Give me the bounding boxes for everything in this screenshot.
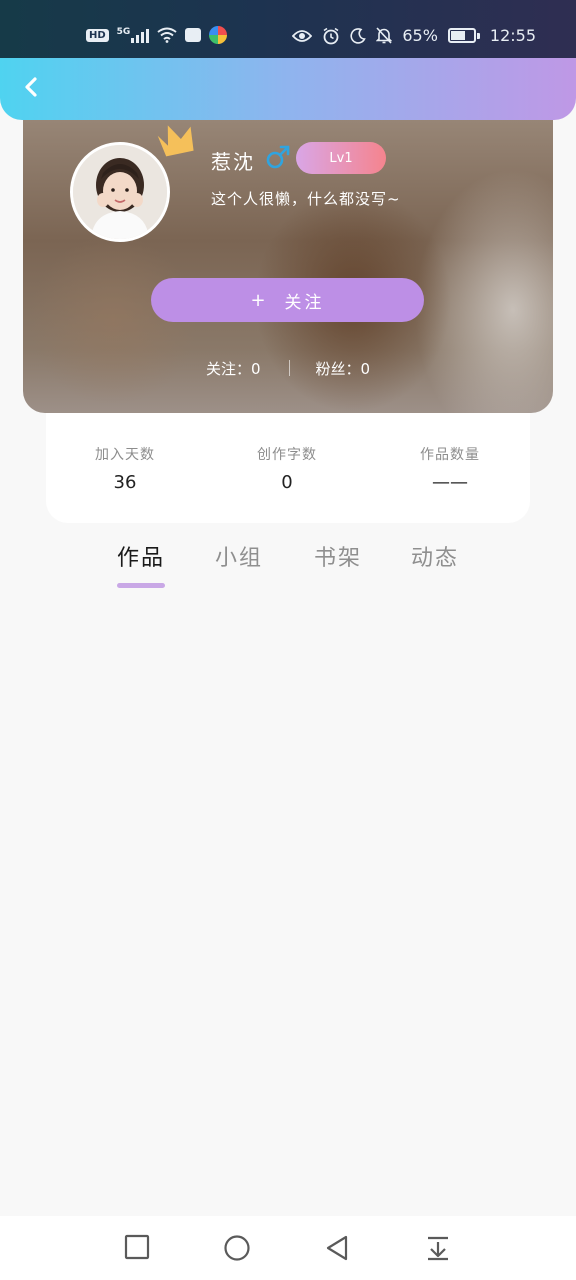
stat-label: 加入天数 [95,447,155,463]
male-gender-icon [265,144,291,174]
follow-button-label: 关注 [284,292,325,313]
signal-icon: 5G [117,27,150,43]
eye-icon [292,29,313,42]
app-store-icon [185,28,202,42]
status-bar: HD 5G 65% 12:55 [0,0,576,58]
user-bio: 这个人很懒，什么都没写~ [211,190,401,208]
crown-icon [157,125,194,157]
following-label: 关注： [205,359,251,378]
level-badge: Lv1 [296,142,386,174]
back-triangle-icon [326,1235,348,1261]
fans-count[interactable]: 粉丝：0 [316,358,371,379]
recent-apps-button[interactable] [124,1234,150,1264]
pull-down-icon [428,1236,448,1261]
status-left-icons: HD 5G [86,26,228,44]
network-type: 5G [116,27,131,37]
alarm-icon [323,27,339,44]
user-name: 惹沈 [211,150,255,174]
stat-works-count: 作品数量 —— [390,444,510,493]
home-button[interactable] [223,1234,251,1266]
back-button[interactable] [14,70,48,104]
fans-value: 0 [360,359,371,378]
following-value: 0 [250,359,261,378]
stat-value: 36 [113,472,137,493]
stat-label: 作品数量 [420,447,480,463]
header-bar: HD 5G 65% 12:55 [0,0,576,120]
stats-card: 加入天数 36 创作字数 0 作品数量 —— [46,410,530,523]
stat-join-days: 加入天数 36 [65,444,185,493]
stat-value: 0 [281,472,293,493]
status-right-icons: 65% 12:55 [292,26,536,45]
profile-card: 惹沈 Lv1 这个人很懒，什么都没写~ + 关注 关注：0 粉丝：0 [23,100,553,413]
battery-icon [447,28,480,43]
active-tab-indicator [117,583,165,588]
chevron-left-icon [25,77,37,97]
square-icon [124,1234,150,1260]
following-count[interactable]: 关注：0 [206,358,261,379]
battery-percent: 65% [402,26,438,45]
notification-pulldown-button[interactable] [425,1234,451,1266]
tab-bar: 作品 小组 书架 动态 [0,540,576,590]
back-nav-button[interactable] [324,1234,350,1266]
plus-icon: + [250,289,269,311]
bell-off-icon [376,27,393,44]
tab-moments[interactable]: 动态 [411,540,459,572]
stat-label: 创作字数 [257,447,317,463]
hd-icon: HD [86,28,109,42]
tab-bookshelf[interactable]: 书架 [314,540,362,572]
tab-works[interactable]: 作品 [117,540,165,572]
circle-icon [224,1235,250,1261]
colorful-app-icon [209,26,228,44]
moon-icon [350,27,367,44]
tab-groups[interactable]: 小组 [215,540,263,572]
follow-button[interactable]: + 关注 [151,278,424,322]
fans-label: 粉丝： [315,359,361,378]
follow-counts: 关注：0 粉丝：0 [23,356,553,380]
clock: 12:55 [489,26,536,45]
stat-value: —— [432,472,468,493]
system-nav-bar [0,1216,576,1280]
stat-word-count: 创作字数 0 [227,444,347,493]
wifi-icon [157,27,177,43]
counts-divider [288,360,290,376]
